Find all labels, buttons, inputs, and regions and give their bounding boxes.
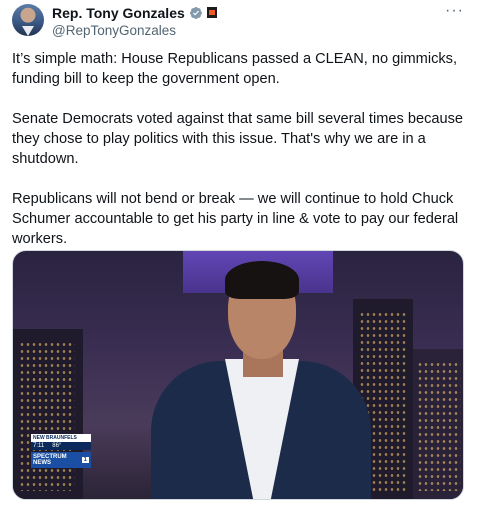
network-logo: SPECTRUM NEWS 1 [31, 452, 91, 468]
channel-number: 1 [81, 457, 89, 463]
name-row: Rep. Tony Gonzales [52, 4, 217, 21]
building-windows [19, 341, 75, 491]
chyron-location: NEW BRAUNFELS [31, 434, 91, 442]
author-name[interactable]: Rep. Tony Gonzales [52, 5, 185, 21]
news-chyron: NEW BRAUNFELS 7:11 86° SPECTRUM NEWS 1 [31, 434, 91, 468]
chyron-time: 7:11 [33, 443, 45, 449]
person-hair [225, 261, 299, 299]
tweet-paragraph: It’s simple math: House Republicans pass… [12, 51, 458, 87]
tweet-paragraph: Republicans will not bend or break — we … [12, 191, 459, 247]
tweet-video[interactable]: NEW BRAUNFELS 7:11 86° SPECTRUM NEWS 1 [12, 250, 464, 500]
tweet: Rep. Tony Gonzales @RepTonyGonzales ··· … [0, 0, 478, 510]
chyron-temp: 86° [52, 443, 62, 449]
chyron-time-temp: 7:11 86° [31, 442, 91, 450]
avatar-shirt [22, 26, 34, 36]
tweet-text: It’s simple math: House Republicans pass… [12, 49, 464, 269]
network-name: SPECTRUM NEWS [33, 454, 67, 466]
verified-badge-icon [189, 6, 202, 19]
flag-icon [206, 7, 217, 18]
tweet-header: Rep. Tony Gonzales @RepTonyGonzales [52, 4, 217, 38]
author-handle[interactable]: @RepTonyGonzales [52, 23, 217, 38]
avatar[interactable] [12, 4, 44, 36]
tweet-paragraph: Senate Democrats voted against that same… [12, 111, 464, 167]
building-windows [417, 361, 461, 491]
more-icon[interactable]: ··· [445, 2, 464, 20]
